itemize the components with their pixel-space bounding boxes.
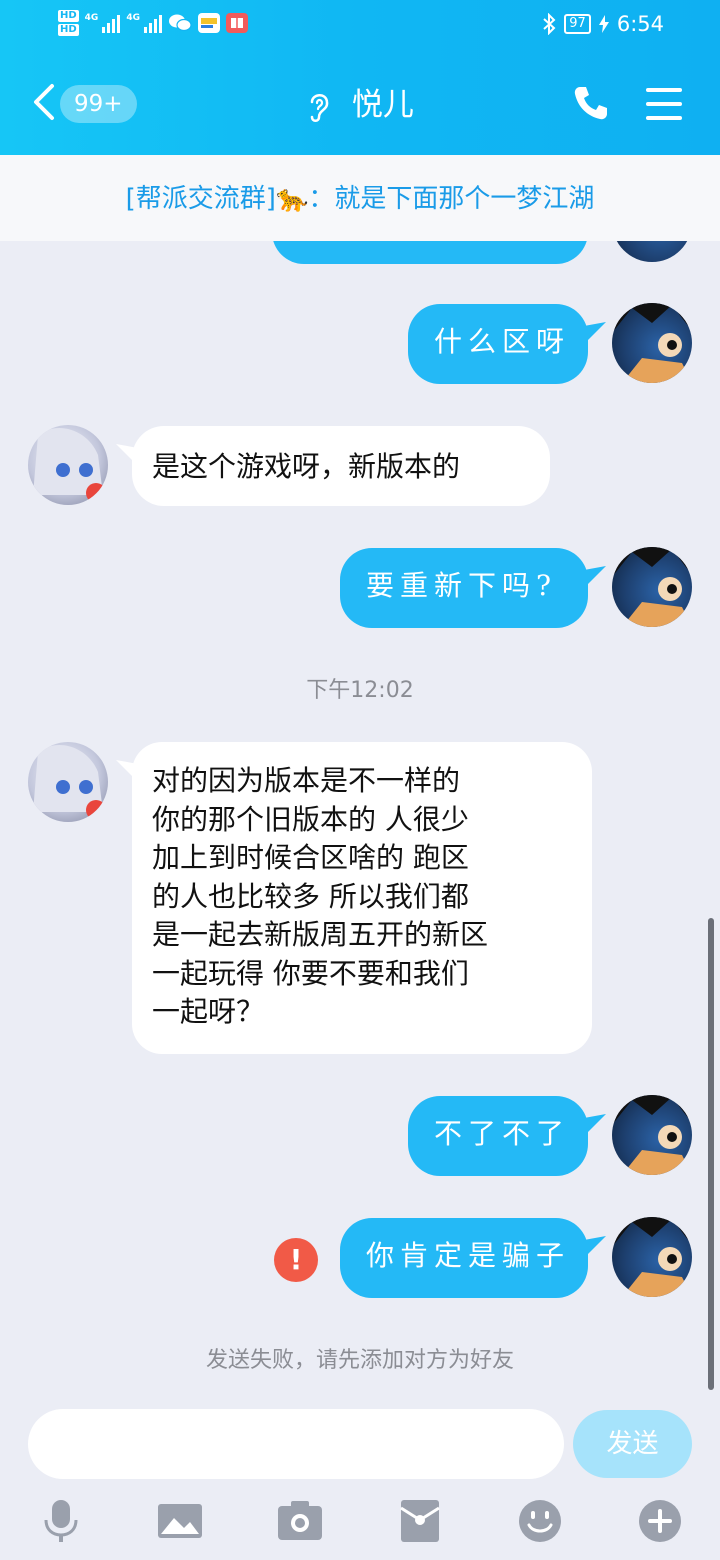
status-left: HD HD 4G 4G [58,10,248,36]
message-line: 一起呀？ [152,995,265,1028]
image-icon[interactable] [157,1498,203,1544]
network-type-2: 4G [126,13,140,23]
avatar[interactable] [28,742,108,822]
signal-2-icon: 4G [126,13,162,33]
message-line: 是一起去新版周五开的新区 [152,918,489,951]
send-button[interactable]: 发送 [573,1410,692,1478]
ear-icon[interactable] [306,90,332,124]
book-icon [225,13,248,33]
send-failed-icon[interactable]: ! [274,1238,318,1282]
camera-icon[interactable] [277,1498,323,1544]
message-line: 的人也比较多 所以我们都 [152,879,469,913]
avatar[interactable] [612,1095,692,1175]
page-title: 悦儿 [351,87,414,123]
message-line: 你的那个旧版本的 人很少 [152,802,469,836]
hd-badge-2: HD [58,24,79,36]
bubble-tail [584,1114,606,1136]
message-icon [197,13,220,33]
wechat-icon [168,14,192,32]
microphone-icon[interactable] [38,1498,84,1544]
message-bubble-outgoing-failed[interactable]: 你肯定是骗子 [340,1218,588,1298]
chat-title-area: 悦儿 [0,84,720,126]
message-line: 加上到时候合区啥的 跑区 [152,841,469,874]
group-notice-banner[interactable]: [帮派交流群]🐆：就是下面那个一梦江湖 [0,155,720,241]
phone-icon[interactable] [572,84,610,122]
message-input[interactable] [28,1409,564,1479]
system-message: 发送失败，请先添加对方为好友 [205,1348,514,1373]
status-time: 6:54 [616,12,664,36]
chat-header: HD HD 4G 4G 97 6:54 99+ 悦儿 [0,0,720,155]
bubble-tail [584,566,606,588]
signal-1-icon: 4G [85,13,121,33]
hd-indicators: HD HD [58,10,79,36]
menu-icon[interactable] [645,86,683,122]
scrollbar[interactable] [708,918,714,1390]
message-line: 对的因为版本是不一样的 [152,764,461,797]
bluetooth-icon [543,13,556,35]
battery-icon: 97 [564,14,591,34]
red-packet-icon[interactable] [397,1498,443,1544]
avatar[interactable] [28,425,108,505]
message-bubble-outgoing[interactable]: 什么区呀 [408,304,588,384]
network-type-1: 4G [84,13,99,23]
timestamp-label: 下午12:02 [306,678,414,703]
message-bubble-incoming[interactable]: 对的因为版本是不一样的 你的那个旧版本的 人很少 加上到时候合区啥的 跑区 的人… [132,742,592,1054]
avatar[interactable] [612,303,692,383]
message-bubble-incoming[interactable]: 是这个游戏呀，新版本的 [132,426,550,506]
hd-badge-1: HD [58,10,79,22]
nav-bar: 99+ 悦儿 [0,60,720,155]
bubble-tail [584,322,606,344]
message-line: 一起玩得 你要不要和我们 [152,956,469,990]
status-right: 97 6:54 [542,12,664,36]
message-bubble-outgoing[interactable]: 不了不了 [408,1096,588,1176]
bubble-tail [584,1236,606,1258]
charging-icon [598,15,609,33]
emoji-icon[interactable] [517,1498,563,1544]
avatar[interactable] [612,1217,692,1297]
plus-icon[interactable] [637,1498,683,1544]
status-bar: HD HD 4G 4G 97 6:54 [0,0,720,54]
avatar[interactable] [612,547,692,627]
message-bubble-outgoing[interactable]: 要重新下吗? [340,548,588,628]
